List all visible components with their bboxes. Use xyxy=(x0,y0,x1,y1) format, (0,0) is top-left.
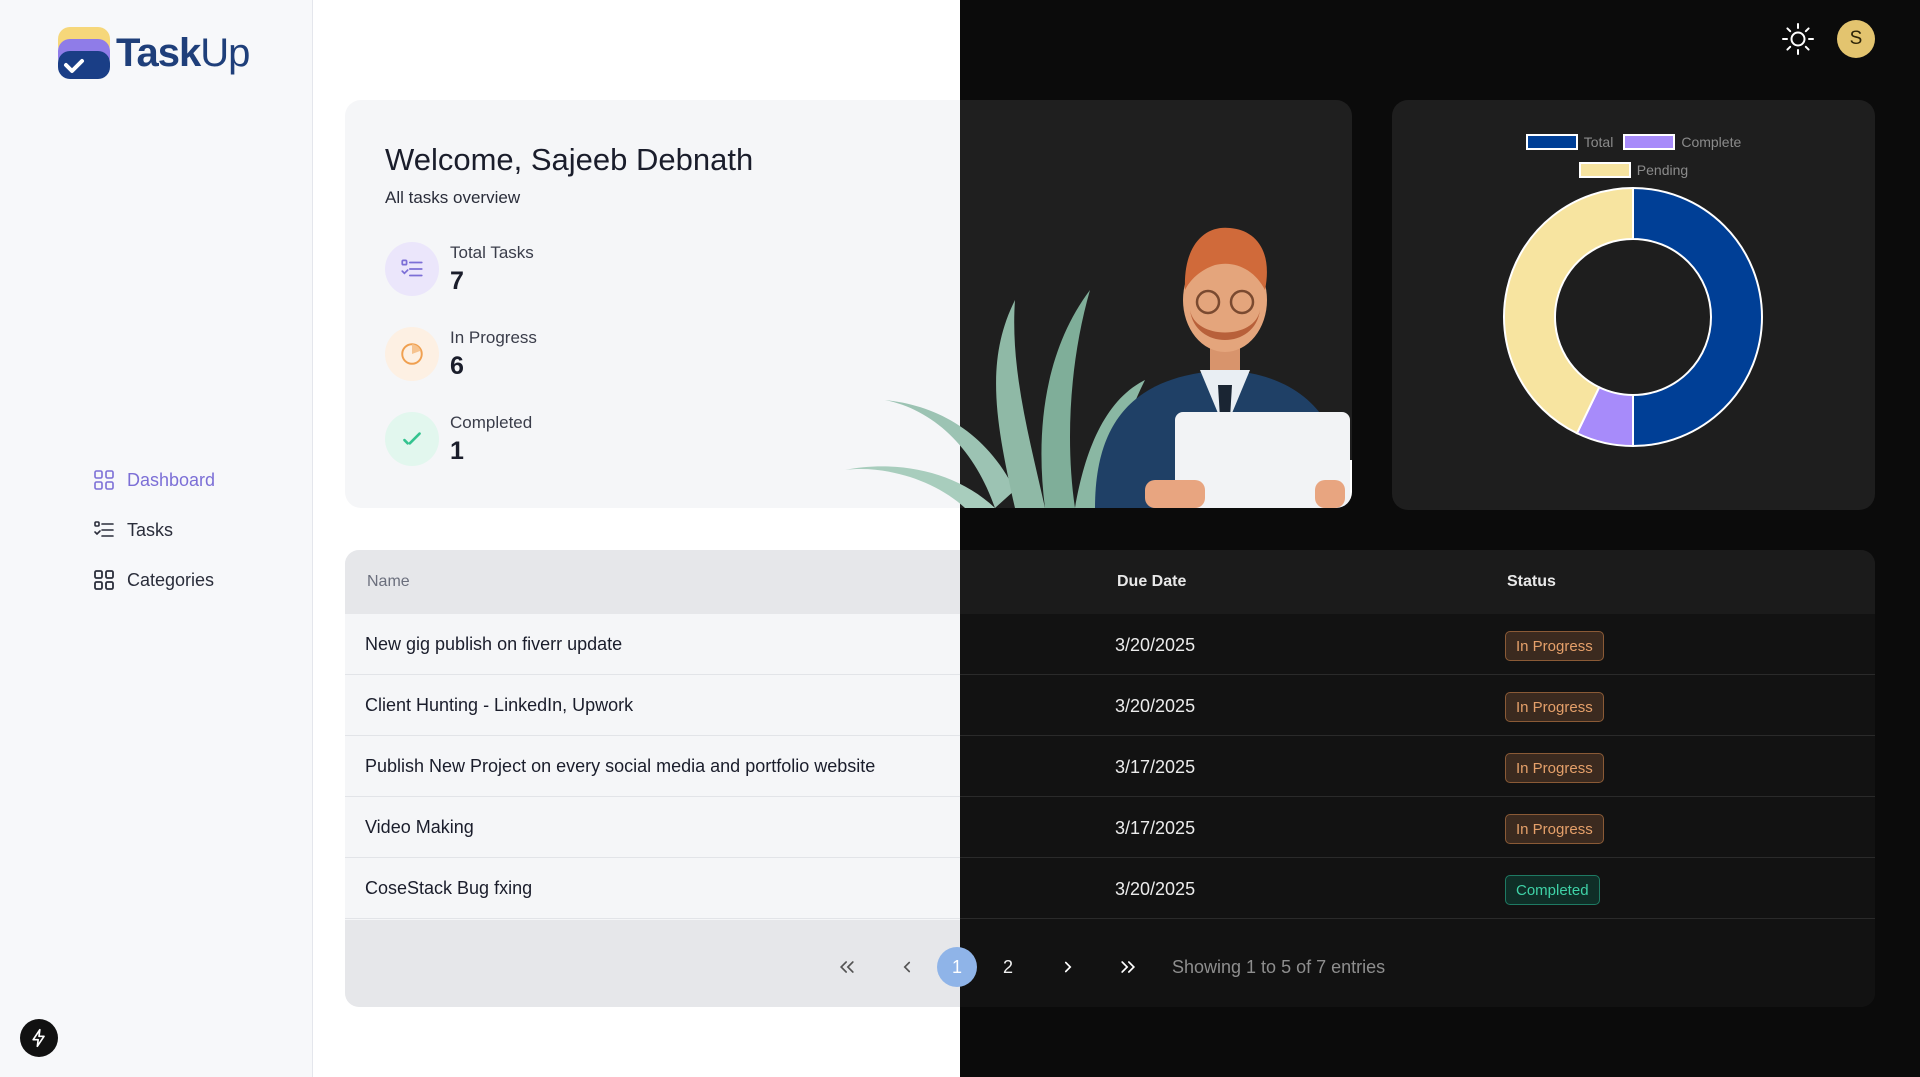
last-page-button[interactable] xyxy=(1108,947,1148,987)
donut-chart xyxy=(1503,186,1763,448)
chevrons-right-icon xyxy=(1121,961,1136,973)
stat-total-tasks: Total Tasks 7 xyxy=(385,242,534,296)
legend-swatch xyxy=(1623,134,1676,150)
check-icon xyxy=(385,412,439,466)
task-status-chart: Total Complete Pending xyxy=(1392,100,1875,510)
chevrons-left-icon xyxy=(839,961,854,973)
legend-swatch xyxy=(1578,162,1631,178)
chart-legend: Total Complete Pending xyxy=(1392,128,1875,184)
sidebar-item-label: Tasks xyxy=(127,519,174,540)
chevron-left-icon xyxy=(903,961,911,973)
column-header-due-date[interactable]: Due Date xyxy=(1117,573,1186,591)
legend-item-complete[interactable]: Complete xyxy=(1623,134,1741,150)
table-row[interactable]: Client Hunting - LinkedIn, Upwork 3/20/2… xyxy=(345,675,1875,736)
sidebar-item-label: Dashboard xyxy=(127,469,216,490)
first-page-button[interactable] xyxy=(827,947,867,987)
sidebar-item-tasks[interactable]: Tasks xyxy=(92,505,215,555)
legend-item-pending[interactable]: Pending xyxy=(1578,162,1688,178)
table-row[interactable]: CoseStack Bug fxing 3/20/2025 Completed xyxy=(345,858,1875,919)
sidebar-item-dashboard[interactable]: Dashboard xyxy=(92,455,215,505)
table-header: Name Due Date Status xyxy=(345,550,1875,614)
pagination-summary: Showing 1 to 5 of 7 entries xyxy=(1172,957,1386,977)
task-name: Publish New Project on every social medi… xyxy=(365,756,876,776)
page-button-2[interactable]: 2 xyxy=(988,947,1028,987)
pagination: 1 2 Showing 1 to 5 of 7 entries xyxy=(345,920,1875,1007)
tasks-table: Name Due Date Status New gig publish on … xyxy=(345,550,1875,1007)
stat-value: 6 xyxy=(450,351,464,380)
task-due-date: 3/17/2025 xyxy=(1115,757,1196,777)
logo-icon xyxy=(58,27,110,79)
table-row[interactable]: Video Making 3/17/2025 In Progress xyxy=(345,797,1875,858)
dashboard-icon xyxy=(94,470,114,490)
status-badge: Completed xyxy=(1505,875,1600,905)
clock-progress-icon xyxy=(385,327,439,381)
tasks-icon xyxy=(94,521,114,537)
chevron-right-icon xyxy=(1064,961,1072,973)
avatar[interactable]: S xyxy=(1837,20,1875,58)
legend-item-total[interactable]: Total xyxy=(1525,134,1613,150)
person-illustration xyxy=(845,227,1352,508)
page-subtitle: All tasks overview xyxy=(385,188,521,207)
status-badge: In Progress xyxy=(1505,631,1604,661)
devtools-button[interactable] xyxy=(20,1019,58,1057)
column-header-name[interactable]: Name xyxy=(367,573,410,591)
next-page-button[interactable] xyxy=(1048,947,1088,987)
task-name: CoseStack Bug fxing xyxy=(365,878,533,898)
categories-icon xyxy=(94,570,114,590)
task-name: New gig publish on fiverr update xyxy=(365,634,623,654)
tasks-list-icon xyxy=(385,242,439,296)
task-name: Video Making xyxy=(365,817,474,837)
lightning-icon xyxy=(32,1028,45,1048)
stat-label: Total Tasks xyxy=(450,242,534,262)
stat-value: 1 xyxy=(450,436,464,465)
page-title: Welcome, Sajeeb Debnath xyxy=(385,142,754,177)
column-header-status[interactable]: Status xyxy=(1507,573,1556,591)
stat-in-progress: In Progress 6 xyxy=(385,327,537,381)
task-due-date: 3/20/2025 xyxy=(1115,696,1196,716)
task-due-date: 3/17/2025 xyxy=(1115,818,1196,838)
stat-label: In Progress xyxy=(450,327,537,347)
sidebar: TaskUp Dashboard Tasks Categories xyxy=(0,0,313,1077)
person-body xyxy=(1095,227,1352,508)
status-badge: In Progress xyxy=(1505,814,1604,844)
table-row[interactable]: New gig publish on fiverr update 3/20/20… xyxy=(345,614,1875,675)
status-badge: In Progress xyxy=(1505,692,1604,722)
previous-page-button[interactable] xyxy=(887,947,927,987)
task-due-date: 3/20/2025 xyxy=(1115,635,1196,655)
stat-value: 7 xyxy=(450,266,464,295)
sidebar-item-label: Categories xyxy=(127,569,215,590)
sidebar-nav: Dashboard Tasks Categories xyxy=(92,455,215,605)
table-row[interactable]: Publish New Project on every social medi… xyxy=(345,736,1875,797)
app-name: TaskUp xyxy=(116,30,250,75)
sun-icon[interactable] xyxy=(1780,21,1816,57)
task-due-date: 3/20/2025 xyxy=(1115,879,1196,899)
page-button-1[interactable]: 1 xyxy=(937,947,977,987)
logo[interactable]: TaskUp xyxy=(56,25,250,81)
stat-label: Completed xyxy=(450,412,533,432)
welcome-card: Welcome, Sajeeb Debnath All tasks overvi… xyxy=(345,100,1352,508)
task-name: Client Hunting - LinkedIn, Upwork xyxy=(365,695,634,715)
slice-total[interactable] xyxy=(1632,186,1763,448)
stat-completed: Completed 1 xyxy=(385,412,532,466)
sidebar-item-categories[interactable]: Categories xyxy=(92,555,215,605)
legend-swatch xyxy=(1525,134,1578,150)
status-badge: In Progress xyxy=(1505,753,1604,783)
